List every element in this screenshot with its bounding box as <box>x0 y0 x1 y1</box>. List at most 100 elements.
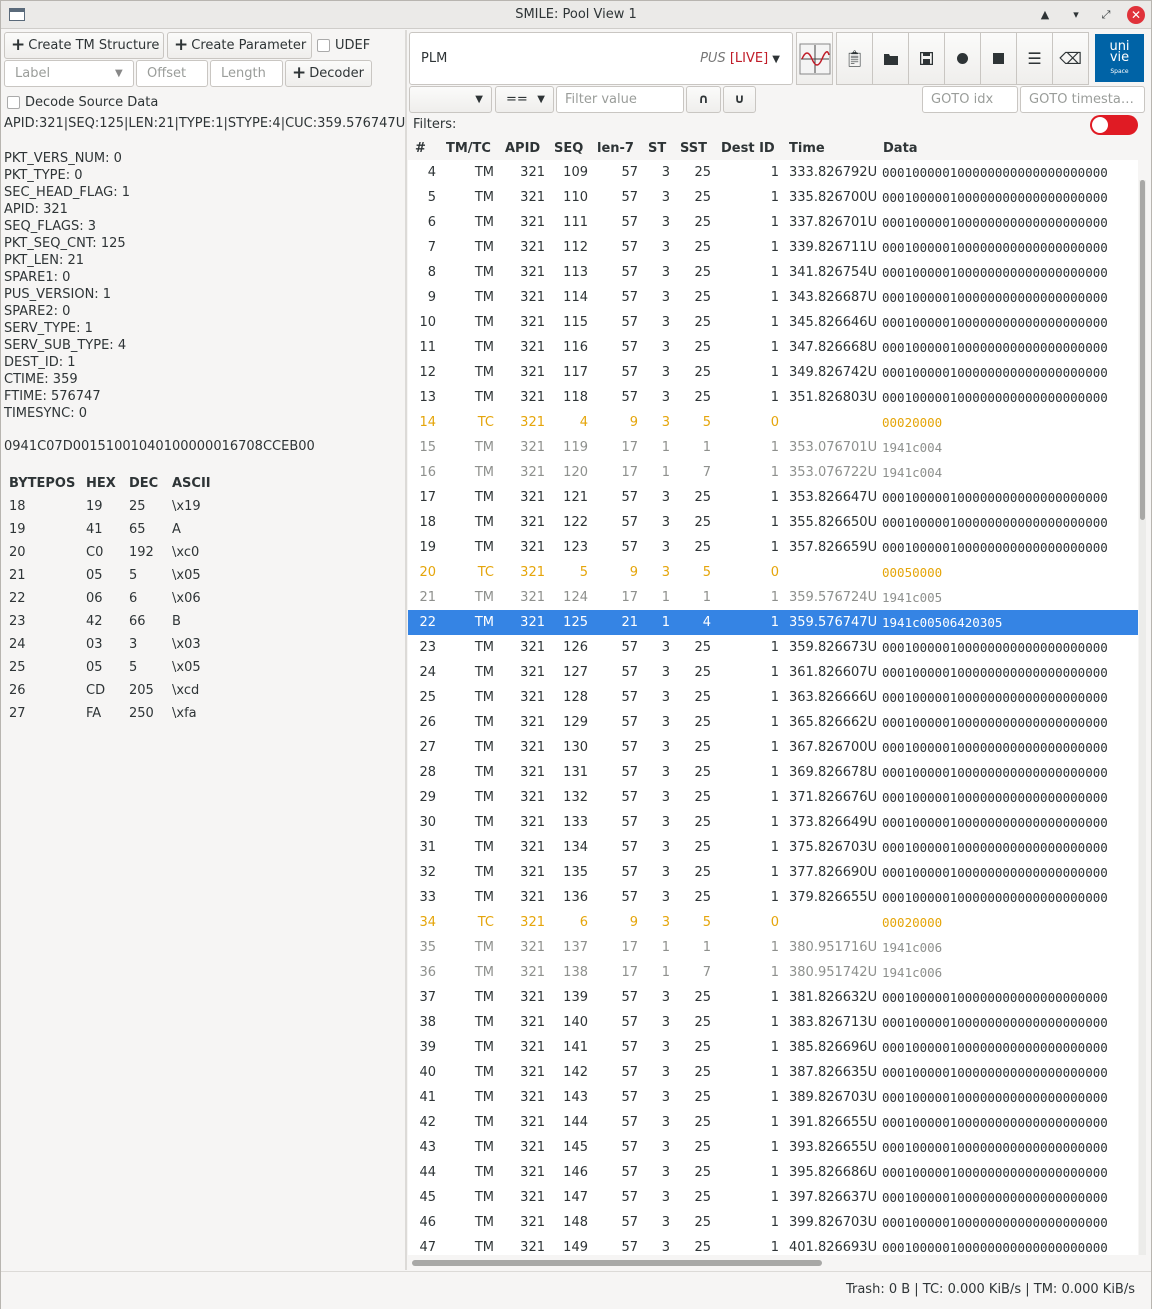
byte-row[interactable]: 25 05 5 \x05 <box>4 656 244 679</box>
maximize-up-icon[interactable]: ▲ <box>1036 6 1054 24</box>
table-row[interactable]: 46 TM 321 148 57 3 25 1 399.826703U 0001000001000… <box>408 1210 1138 1235</box>
table-row[interactable]: 23 TM 321 126 57 3 25 1 359.826673U 0001000001000… <box>408 635 1138 660</box>
table-row[interactable]: 31 TM 321 134 57 3 25 1 375.826703U 0001000001000… <box>408 835 1138 860</box>
decode-source-box[interactable] <box>7 96 20 109</box>
list-view-button[interactable]: ☰ <box>1016 32 1053 85</box>
table-row[interactable]: 10 TM 321 115 57 3 25 1 345.826646U 0001000001000… <box>408 310 1138 335</box>
clear-button[interactable]: ⌫ <box>1052 32 1089 85</box>
pool-selector[interactable]: PLM PUS [LIVE] ▼ <box>409 32 793 85</box>
restore-icon[interactable]: ⤢ <box>1097 6 1115 24</box>
stop-button[interactable] <box>980 32 1017 85</box>
col-sst[interactable]: SST <box>680 137 707 161</box>
pool-dropdown-icon[interactable]: ▼ <box>772 54 780 65</box>
table-row[interactable]: 41 TM 321 143 57 3 25 1 389.826703U 0001000001000… <box>408 1085 1138 1110</box>
table-row[interactable]: 18 TM 321 122 57 3 25 1 355.826650U 0001000001000… <box>408 510 1138 535</box>
table-row[interactable]: 33 TM 321 136 57 3 25 1 379.826655U 0001000001000… <box>408 885 1138 910</box>
table-row[interactable]: 45 TM 321 147 57 3 25 1 397.826637U 0001000001000… <box>408 1185 1138 1210</box>
table-row[interactable]: 13 TM 321 118 57 3 25 1 351.826803U 0001000001000… <box>408 385 1138 410</box>
col-dest-id[interactable]: Dest ID <box>721 137 775 161</box>
byte-row[interactable]: 18 19 25 \x19 <box>4 495 244 518</box>
record-button[interactable] <box>944 32 981 85</box>
table-row[interactable]: 29 TM 321 132 57 3 25 1 371.826676U 0001000001000… <box>408 785 1138 810</box>
table-row[interactable]: 26 TM 321 129 57 3 25 1 365.826662U 0001000001000… <box>408 710 1138 735</box>
dec-header[interactable]: DEC <box>129 473 172 495</box>
table-row[interactable]: 17 TM 321 121 57 3 25 1 353.826647U 0001000001000… <box>408 485 1138 510</box>
byte-row[interactable]: 20 C0 192 \xc0 <box>4 541 244 564</box>
table-row[interactable]: 30 TM 321 133 57 3 25 1 373.826649U 0001000001000… <box>408 810 1138 835</box>
col-len[interactable]: len-7 <box>597 137 634 161</box>
table-row[interactable]: 43 TM 321 145 57 3 25 1 393.826655U 0001000001000… <box>408 1135 1138 1160</box>
offset-input[interactable]: Offset <box>136 60 208 87</box>
vertical-scrollbar[interactable] <box>1139 180 1146 1255</box>
col-data[interactable]: Data <box>883 137 918 161</box>
goto-timestamp-input[interactable]: GOTO timesta… <box>1020 86 1145 113</box>
udef-box[interactable] <box>317 39 330 52</box>
table-row[interactable]: 34 TC 321 6 9 3 5 0 00020000 <box>408 910 1138 935</box>
table-row[interactable]: 42 TM 321 144 57 3 25 1 391.826655U 0001000001000… <box>408 1110 1138 1135</box>
table-row[interactable]: 39 TM 321 141 57 3 25 1 385.826696U 0001000001000… <box>408 1035 1138 1060</box>
byte-row[interactable]: 26 CD 205 \xcd <box>4 679 244 702</box>
byte-row[interactable]: 21 05 5 \x05 <box>4 564 244 587</box>
save-button[interactable] <box>908 32 945 85</box>
byte-row[interactable]: 23 42 66 B <box>4 610 244 633</box>
filter-operator-select[interactable]: == ▼ <box>495 86 554 113</box>
table-row[interactable]: 38 TM 321 140 57 3 25 1 383.826713U 0001000001000… <box>408 1010 1138 1035</box>
intersect-button[interactable]: ∩ <box>686 86 721 113</box>
udef-checkbox[interactable]: UDEF <box>317 38 370 53</box>
col-seq[interactable]: SEQ <box>554 137 583 161</box>
create-parameter-button[interactable]: + Create Parameter <box>167 32 312 59</box>
col-apid[interactable]: APID <box>505 137 540 161</box>
byte-row[interactable]: 22 06 6 \x06 <box>4 587 244 610</box>
table-row[interactable]: 5 TM 321 110 57 3 25 1 335.826700U 00010000010000… <box>408 185 1138 210</box>
table-row[interactable]: 35 TM 321 137 17 1 1 1 380.951716U 1941c006 <box>408 935 1138 960</box>
decode-source-checkbox[interactable]: Decode Source Data <box>7 95 158 110</box>
ascii-header[interactable]: ASCII <box>172 473 232 495</box>
plot-button[interactable] <box>796 32 833 85</box>
byte-row[interactable]: 19 41 65 A <box>4 518 244 541</box>
table-row[interactable]: 14 TC 321 4 9 3 5 0 00020000 <box>408 410 1138 435</box>
table-row[interactable]: 25 TM 321 128 57 3 25 1 363.826666U 0001000001000… <box>408 685 1138 710</box>
table-row[interactable]: 37 TM 321 139 57 3 25 1 381.826632U 0001000001000… <box>408 985 1138 1010</box>
create-tm-structure-button[interactable]: + Create TM Structure <box>4 32 164 59</box>
table-row[interactable]: 6 TM 321 111 57 3 25 1 337.826701U 00010000010000… <box>408 210 1138 235</box>
table-row[interactable]: 36 TM 321 138 17 1 7 1 380.951742U 1941c006 <box>408 960 1138 985</box>
open-folder-button[interactable] <box>872 32 909 85</box>
table-row[interactable]: 9 TM 321 114 57 3 25 1 343.826687U 00010000010000… <box>408 285 1138 310</box>
table-row[interactable]: 40 TM 321 142 57 3 25 1 387.826635U 0001000001000… <box>408 1060 1138 1085</box>
table-row[interactable]: 47 TM 321 149 57 3 25 1 401.826693U 0001000001000… <box>408 1235 1138 1255</box>
table-row[interactable]: 28 TM 321 131 57 3 25 1 369.826678U 0001000001000… <box>408 760 1138 785</box>
table-row[interactable]: 24 TM 321 127 57 3 25 1 361.826607U 0001000001000… <box>408 660 1138 685</box>
table-row[interactable]: 15 TM 321 119 17 1 1 1 353.076701U 1941c004 <box>408 435 1138 460</box>
table-row[interactable]: 32 TM 321 135 57 3 25 1 377.826690U 0001000001000… <box>408 860 1138 885</box>
col-st[interactable]: ST <box>648 137 666 161</box>
goto-idx-input[interactable]: GOTO idx <box>922 86 1018 113</box>
table-row[interactable]: 44 TM 321 146 57 3 25 1 395.826686U 0001000001000… <box>408 1160 1138 1185</box>
table-row[interactable]: 21 TM 321 124 17 1 1 1 359.576724U 1941c005 <box>408 585 1138 610</box>
col-index[interactable]: # <box>415 137 426 161</box>
filter-toggle[interactable] <box>1090 115 1138 135</box>
vertical-scroll-thumb[interactable] <box>1140 180 1145 520</box>
pane-divider[interactable] <box>405 30 407 1270</box>
filter-column-select[interactable]: ▼ <box>409 86 492 113</box>
horizontal-scrollbar[interactable] <box>412 1260 822 1266</box>
byte-row[interactable]: 24 03 3 \x03 <box>4 633 244 656</box>
col-tmtc[interactable]: TM/TC <box>446 137 491 161</box>
table-row[interactable]: 22 TM 321 125 21 1 4 1 359.576747U 1941c005064203… <box>408 610 1138 635</box>
close-icon[interactable]: ✕ <box>1127 6 1145 24</box>
clipboard-button[interactable]: 📋︎ <box>836 32 873 85</box>
length-input[interactable]: Length <box>210 60 283 87</box>
col-time[interactable]: Time <box>789 137 825 161</box>
table-row[interactable]: 20 TC 321 5 9 3 5 0 00050000 <box>408 560 1138 585</box>
label-dropdown-icon[interactable]: ▼ <box>115 61 123 86</box>
table-row[interactable]: 4 TM 321 109 57 3 25 1 333.826792U 00010000010000… <box>408 160 1138 185</box>
union-button[interactable]: ∪ <box>723 86 756 113</box>
minimize-icon[interactable]: ▾ <box>1067 6 1085 24</box>
table-row[interactable]: 12 TM 321 117 57 3 25 1 349.826742U 0001000001000… <box>408 360 1138 385</box>
filter-value-input[interactable]: Filter value <box>556 86 684 113</box>
table-row[interactable]: 19 TM 321 123 57 3 25 1 357.826659U 0001000001000… <box>408 535 1138 560</box>
table-row[interactable]: 27 TM 321 130 57 3 25 1 367.826700U 0001000001000… <box>408 735 1138 760</box>
label-combo[interactable]: Label ▼ <box>4 60 134 87</box>
table-row[interactable]: 8 TM 321 113 57 3 25 1 341.826754U 00010000010000… <box>408 260 1138 285</box>
byte-row[interactable]: 27 FA 250 \xfa <box>4 702 244 725</box>
bytepos-header[interactable]: BYTEPOS <box>4 473 86 495</box>
